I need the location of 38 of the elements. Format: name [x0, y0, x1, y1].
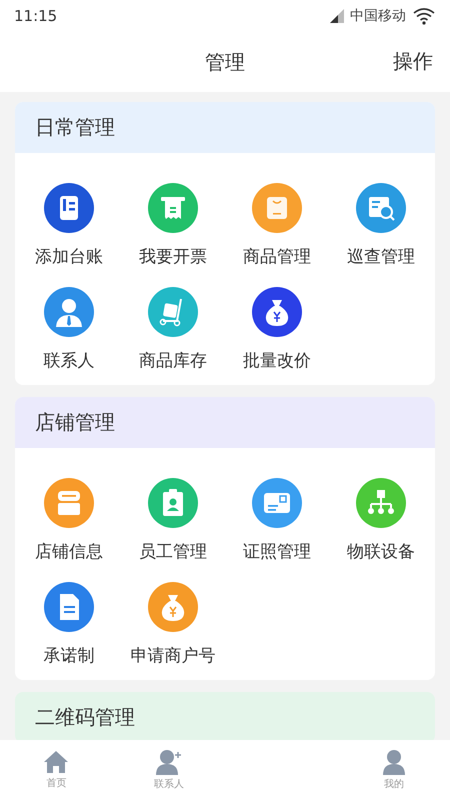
menu-item-label: 联系人	[44, 350, 94, 373]
section-title: 店铺管理	[35, 409, 115, 436]
status-time: 11:15	[14, 7, 58, 25]
menu-item-label: 添加台账	[35, 246, 103, 269]
menu-item[interactable]: 物联设备	[329, 478, 433, 564]
menu-item[interactable]: 我要开票	[121, 183, 225, 269]
person-icon	[380, 749, 407, 775]
menu-item[interactable]: 联系人	[17, 287, 121, 373]
menu-item-label: 批量改价	[243, 350, 311, 373]
menu-item[interactable]: 批量改价	[225, 287, 329, 373]
menu-item[interactable]: 申请商户号	[121, 582, 225, 668]
menu-item-label: 店铺信息	[35, 541, 103, 564]
carrier-name: 中国移动	[350, 7, 406, 25]
menu-item[interactable]: 承诺制	[17, 582, 121, 668]
home-icon	[43, 750, 70, 774]
menu-item[interactable]: 巡查管理	[329, 183, 433, 269]
menu-item[interactable]: 添加台账	[17, 183, 121, 269]
menu-item-label: 承诺制	[44, 645, 94, 668]
page-title: 管理	[205, 48, 245, 76]
menu-item-label: 申请商户号	[130, 645, 216, 668]
wifi-icon	[412, 7, 436, 25]
add-person-icon	[154, 749, 183, 775]
menu-item[interactable]: 商品管理	[225, 183, 329, 269]
menu-item[interactable]: 商品库存	[121, 287, 225, 373]
menu-item[interactable]: 证照管理	[225, 478, 329, 564]
signal-icon	[330, 9, 344, 23]
menu-item-label: 巡查管理	[347, 246, 415, 269]
menu-item[interactable]: 店铺信息	[17, 478, 121, 564]
menu-item-label: 员工管理	[139, 541, 207, 564]
section-title: 日常管理	[35, 114, 115, 141]
menu-item-label: 证照管理	[243, 541, 311, 564]
menu-item[interactable]: 员工管理	[121, 478, 225, 564]
menu-item-label: 商品库存	[139, 350, 207, 373]
menu-item-label: 我要开票	[139, 246, 207, 269]
section-title: 二维码管理	[35, 704, 135, 731]
action-button[interactable]: 操作	[391, 46, 435, 77]
menu-item-label: 物联设备	[347, 541, 415, 564]
menu-item-label: 商品管理	[243, 246, 311, 269]
